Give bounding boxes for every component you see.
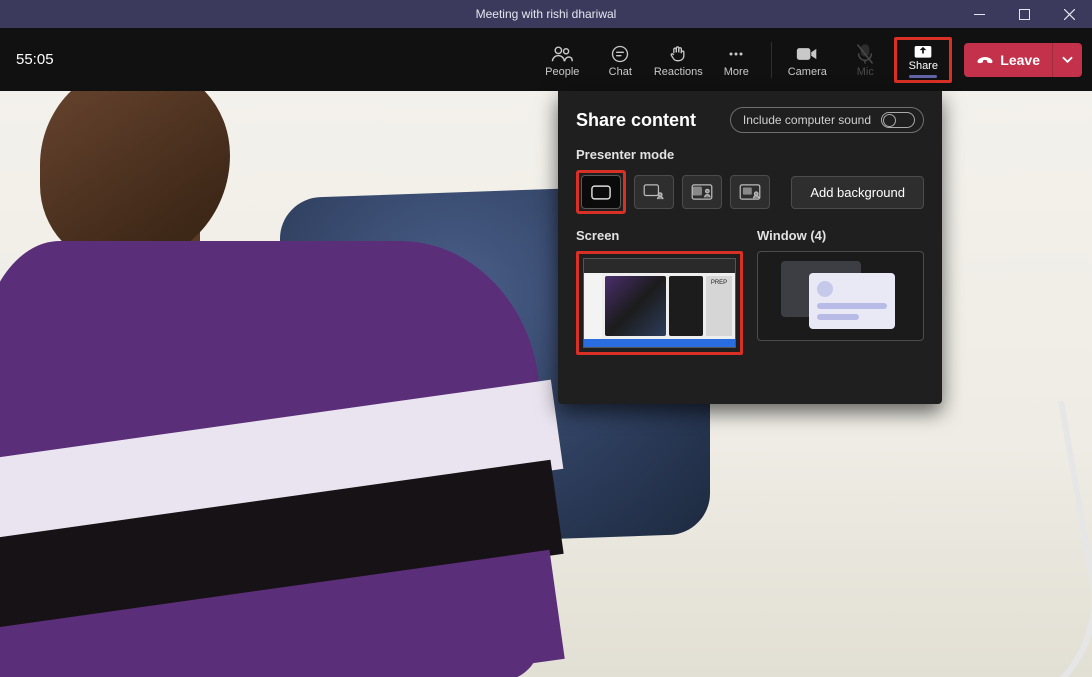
leave-caret-button[interactable]: [1052, 43, 1082, 77]
window-controls: [957, 0, 1092, 28]
window-section-label: Window (4): [757, 228, 924, 243]
presenter-mode-side-by-side[interactable]: [682, 175, 722, 209]
minimize-icon: [974, 9, 985, 20]
share-button[interactable]: Share: [897, 42, 949, 78]
share-icon: [913, 42, 933, 60]
presenter-mode-label: Presenter mode: [576, 147, 924, 162]
meeting-timer: 55:05: [16, 51, 54, 68]
chevron-down-icon: [1062, 56, 1073, 64]
more-button[interactable]: More: [707, 33, 765, 87]
presenter-mode-reporter[interactable]: [730, 175, 770, 209]
toggle-switch-icon: [881, 112, 915, 128]
more-icon: [726, 42, 746, 66]
reporter-icon: [739, 184, 761, 200]
camera-icon: [796, 42, 818, 66]
share-screen-option[interactable]: PREP: [583, 258, 736, 348]
toolbar-divider: [771, 42, 772, 78]
include-sound-toggle[interactable]: Include computer sound: [730, 107, 924, 133]
people-icon: [551, 42, 573, 66]
share-button-highlight: Share: [894, 37, 952, 83]
presenter-mode-standout[interactable]: [634, 175, 674, 209]
presenter-mode-row: Add background: [576, 170, 924, 214]
reactions-button[interactable]: Reactions: [649, 33, 707, 87]
add-background-button[interactable]: Add background: [791, 176, 924, 209]
presenter-mode-content-only[interactable]: [581, 175, 621, 209]
maximize-icon: [1019, 9, 1030, 20]
chat-icon: [610, 42, 630, 66]
share-content-panel: Share content Include computer sound Pre…: [558, 91, 942, 404]
standout-icon: [643, 184, 665, 200]
minimize-button[interactable]: [957, 0, 1002, 28]
close-button[interactable]: [1047, 0, 1092, 28]
mic-button[interactable]: Mic: [836, 33, 894, 87]
presenter-mode-1-highlight: [576, 170, 626, 214]
share-window-option[interactable]: [757, 251, 924, 341]
screen-thumb-highlight: PREP: [576, 251, 743, 355]
chat-button[interactable]: Chat: [591, 33, 649, 87]
share-panel-title: Share content: [576, 110, 696, 131]
screen-section-label: Screen: [576, 228, 743, 243]
hangup-icon: [976, 53, 994, 67]
maximize-button[interactable]: [1002, 0, 1047, 28]
share-active-indicator: [909, 75, 937, 78]
leave-group: Leave: [964, 43, 1082, 77]
people-button[interactable]: People: [533, 33, 591, 87]
participant-video: [0, 91, 510, 677]
content-only-icon: [591, 185, 611, 200]
mic-off-icon: [856, 42, 874, 66]
side-by-side-icon: [691, 184, 713, 200]
leave-button[interactable]: Leave: [964, 43, 1052, 77]
meeting-toolbar: 55:05 People Chat Reactions More Camera: [0, 28, 1092, 91]
close-icon: [1064, 9, 1075, 20]
window-title: Meeting with rishi dhariwal: [476, 7, 617, 21]
window-illustration-icon: [781, 261, 901, 331]
reactions-icon: [668, 42, 688, 66]
camera-button[interactable]: Camera: [778, 33, 836, 87]
window-titlebar: Meeting with rishi dhariwal: [0, 0, 1092, 28]
